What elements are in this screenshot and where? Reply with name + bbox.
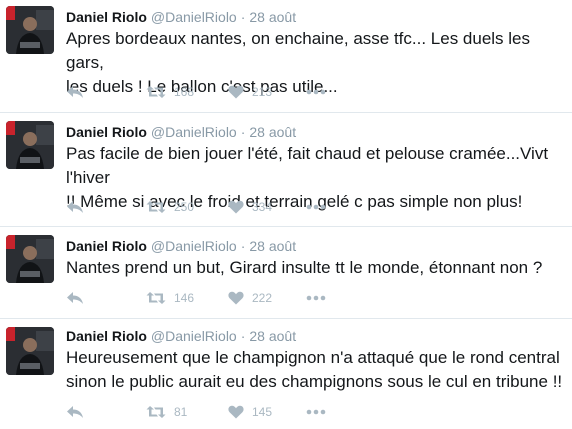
author-handle[interactable]: @DanielRiolo [151, 124, 237, 140]
like-count: 222 [252, 291, 273, 305]
more-options-button[interactable] [306, 82, 326, 102]
retweet-icon [146, 200, 166, 214]
author-name[interactable]: Daniel Riolo [66, 124, 147, 140]
reply-button[interactable] [66, 197, 84, 217]
author-handle[interactable]: @DanielRiolo [151, 238, 237, 254]
tweet-header: Daniel Riolo @DanielRiolo · 28 août [66, 123, 296, 141]
avatar[interactable] [6, 6, 54, 54]
retweet-icon [146, 405, 166, 419]
more-options-button[interactable] [306, 197, 326, 217]
tweet-timestamp[interactable]: 28 août [249, 9, 296, 25]
retweet-icon [146, 291, 166, 305]
more-options-button[interactable] [306, 402, 326, 422]
separator-dot: · [240, 9, 246, 25]
like-button[interactable]: 145 [228, 402, 272, 422]
more-icon [306, 295, 326, 301]
retweet-count: 146 [174, 291, 195, 305]
tweet-feed: Daniel Riolo @DanielRiolo · 28 août Apres b… [0, 0, 572, 429]
retweet-count: 81 [174, 405, 188, 419]
tweet-timestamp[interactable]: 28 août [249, 328, 296, 344]
reply-icon [66, 405, 84, 419]
more-icon [306, 409, 326, 415]
like-button[interactable]: 213 [228, 82, 272, 102]
retweet-count: 168 [174, 85, 195, 99]
tweet-timestamp[interactable]: 28 août [249, 124, 296, 140]
more-icon [306, 89, 326, 95]
tweet-header: Daniel Riolo @DanielRiolo · 28 août [66, 8, 296, 26]
like-count: 334 [252, 200, 273, 214]
avatar[interactable] [6, 235, 54, 283]
like-button[interactable]: 222 [228, 288, 272, 308]
reply-icon [66, 291, 84, 305]
reply-icon [66, 85, 84, 99]
tweet-text: Nantes prend un but, Girard insulte tt l… [66, 258, 543, 277]
like-count: 213 [252, 85, 273, 99]
heart-icon [228, 200, 244, 214]
author-name[interactable]: Daniel Riolo [66, 9, 147, 25]
retweet-button[interactable]: 250 [146, 197, 194, 217]
author-handle[interactable]: @DanielRiolo [151, 9, 237, 25]
reply-button[interactable] [66, 288, 84, 308]
author-handle[interactable]: @DanielRiolo [151, 328, 237, 344]
reply-button[interactable] [66, 402, 84, 422]
tweet[interactable]: Daniel Riolo @DanielRiolo · 28 août Pas fac… [0, 113, 572, 226]
heart-icon [228, 291, 244, 305]
retweet-button[interactable]: 168 [146, 82, 194, 102]
tweet[interactable]: Daniel Riolo @DanielRiolo · 28 août Nantes … [0, 227, 572, 318]
retweet-button[interactable]: 81 [146, 402, 187, 422]
heart-icon [228, 85, 244, 99]
tweet-header: Daniel Riolo @DanielRiolo · 28 août [66, 327, 296, 345]
avatar[interactable] [6, 121, 54, 169]
tweet[interactable]: Daniel Riolo @DanielRiolo · 28 août Heureus… [0, 319, 572, 429]
like-count: 145 [252, 405, 273, 419]
tweet-header: Daniel Riolo @DanielRiolo · 28 août [66, 237, 296, 255]
like-button[interactable]: 334 [228, 197, 272, 217]
more-options-button[interactable] [306, 288, 326, 308]
separator-dot: · [240, 124, 246, 140]
tweet-timestamp[interactable]: 28 août [249, 238, 296, 254]
tweet[interactable]: Daniel Riolo @DanielRiolo · 28 août Apres b… [0, 0, 572, 112]
retweet-button[interactable]: 146 [146, 288, 194, 308]
retweet-icon [146, 85, 166, 99]
author-name[interactable]: Daniel Riolo [66, 328, 147, 344]
retweet-count: 250 [174, 200, 195, 214]
avatar[interactable] [6, 327, 54, 375]
heart-icon [228, 405, 244, 419]
separator-dot: · [240, 328, 246, 344]
reply-button[interactable] [66, 82, 84, 102]
tweet-text: Heureusement que le champignon n'a attaq… [66, 348, 563, 391]
reply-icon [66, 200, 84, 214]
more-icon [306, 204, 326, 210]
author-name[interactable]: Daniel Riolo [66, 238, 147, 254]
separator-dot: · [240, 238, 246, 254]
